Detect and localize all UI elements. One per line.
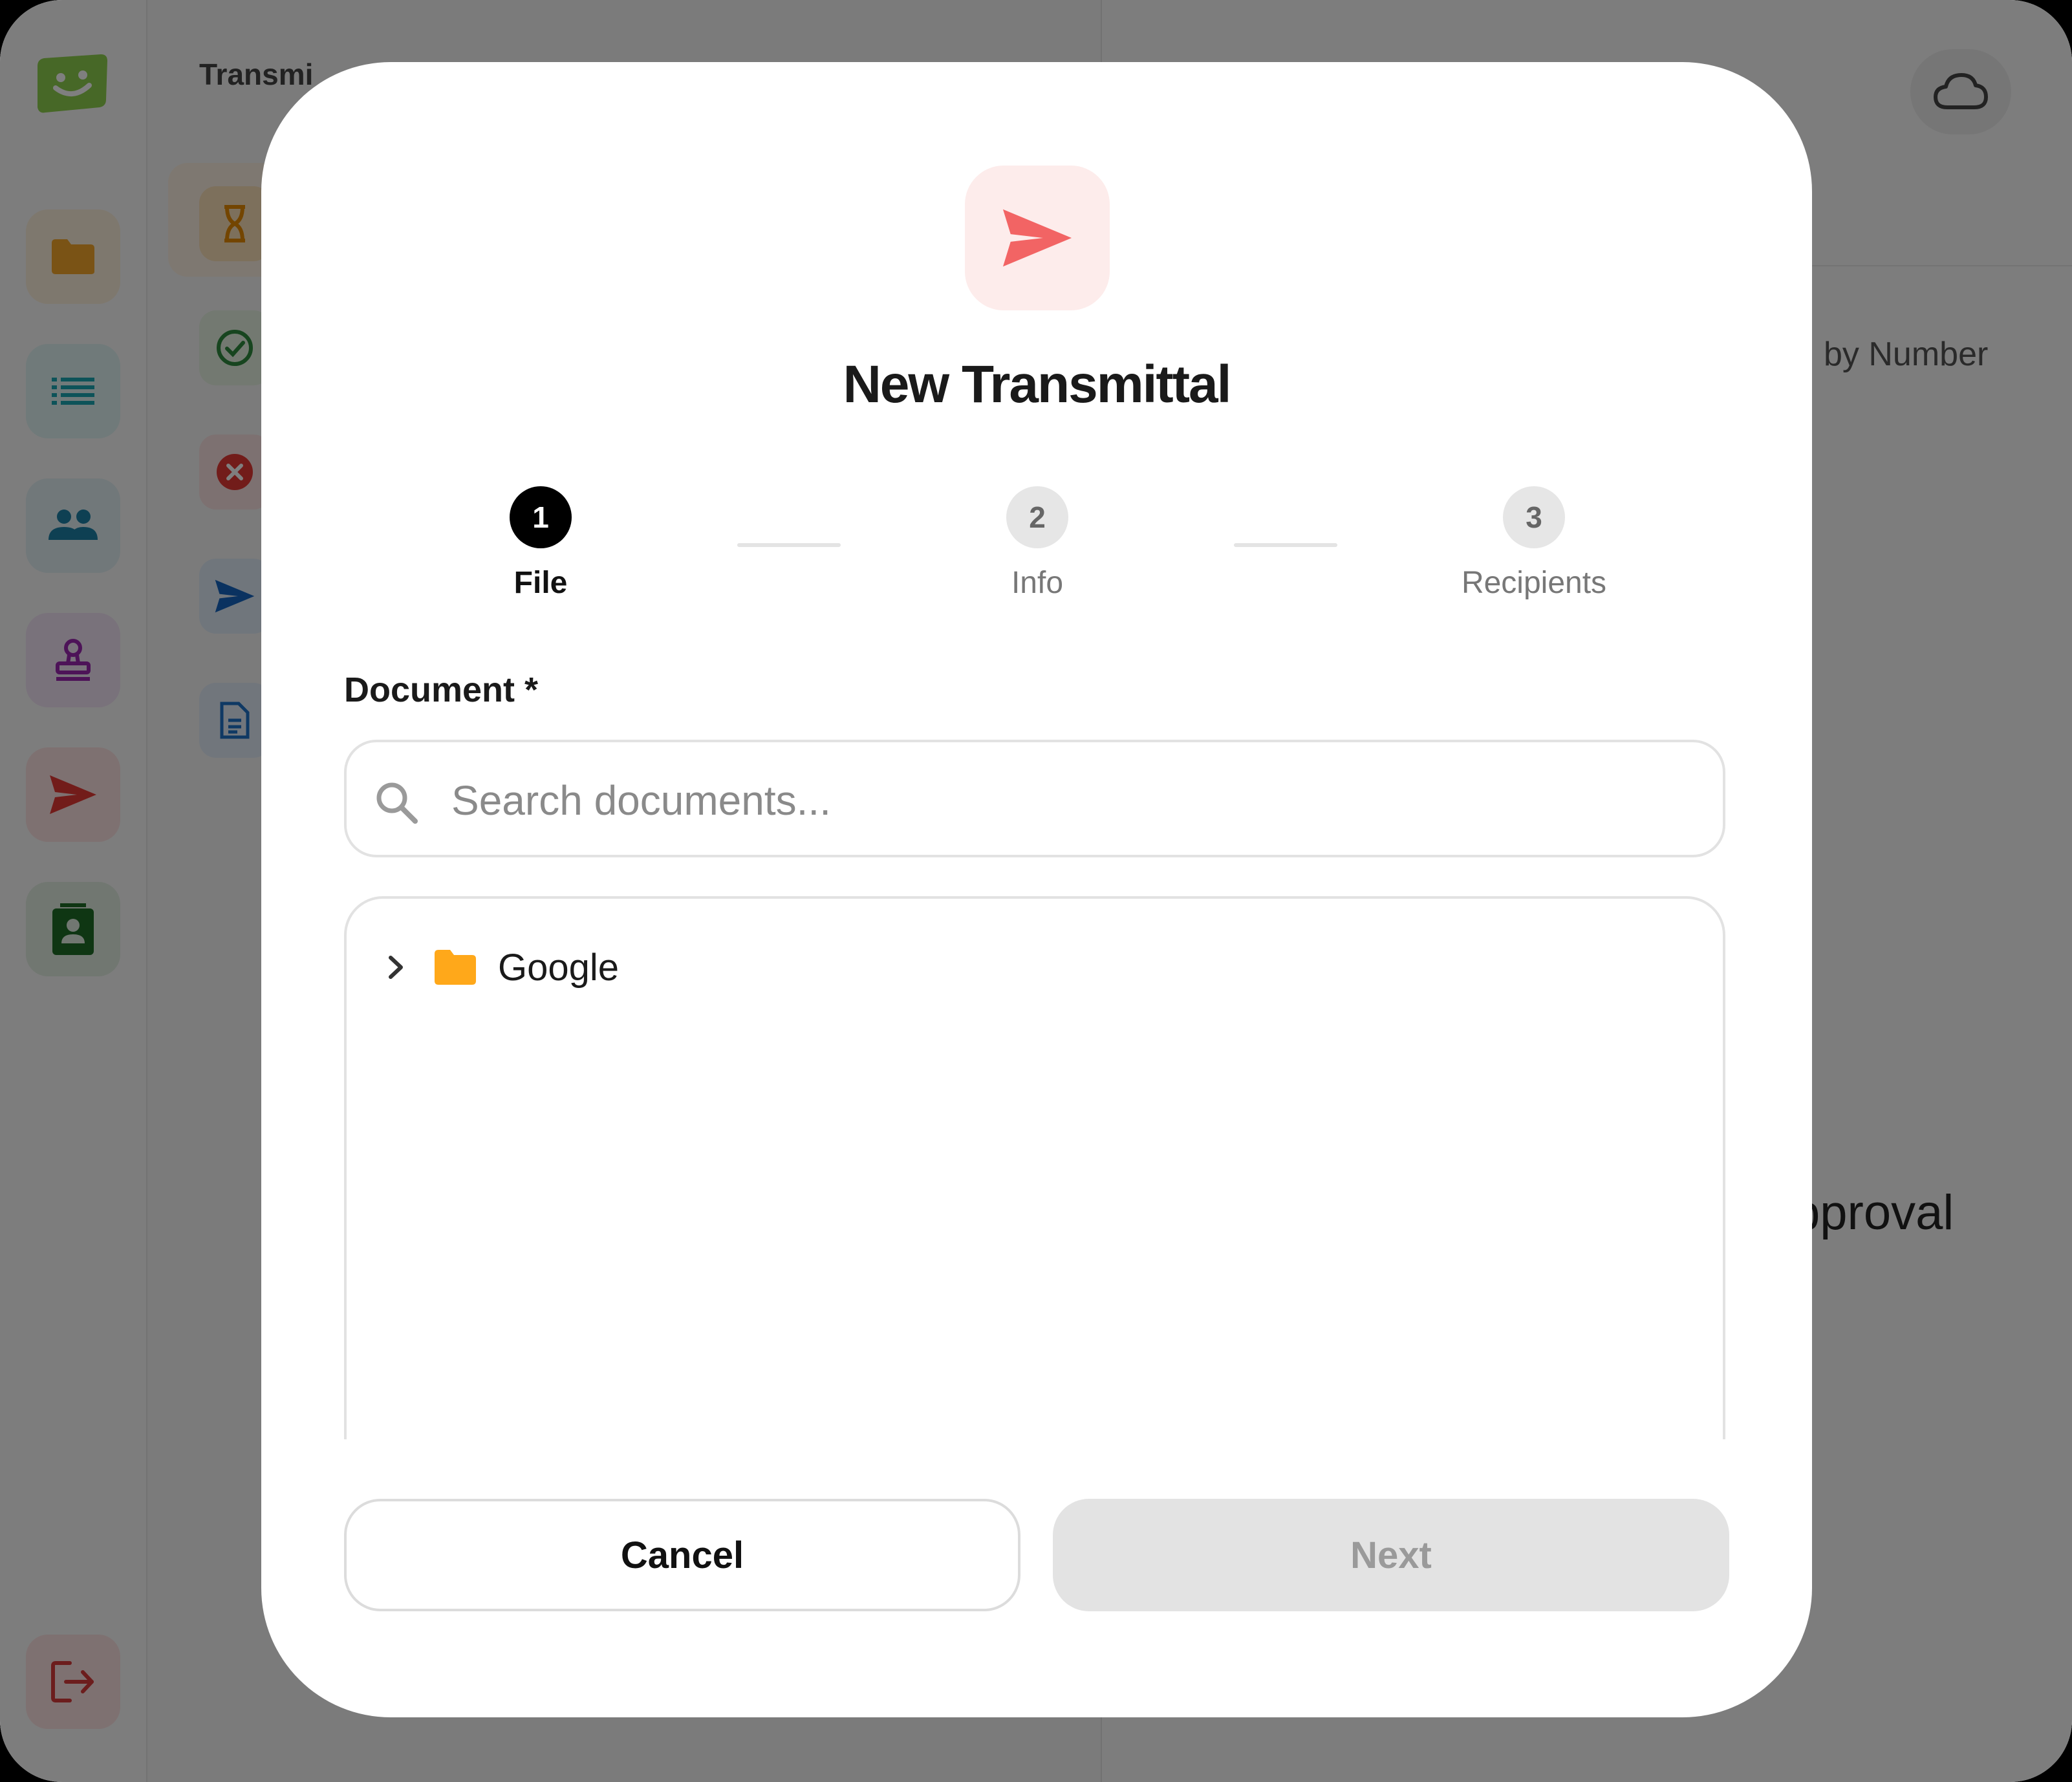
new-transmittal-dialog: New Transmittal 1 File 2 Info 3 Recipien… xyxy=(261,62,1812,1717)
document-search-field[interactable] xyxy=(344,740,1725,857)
step-file: 1 File xyxy=(437,486,644,601)
step-label: Info xyxy=(1011,566,1064,600)
step-label: File xyxy=(513,566,568,600)
step-number: 1 xyxy=(510,486,572,548)
next-button[interactable]: Next xyxy=(1053,1499,1729,1611)
send-icon xyxy=(1002,209,1072,267)
step-recipients: 3 Recipients xyxy=(1430,486,1637,601)
step-connector xyxy=(737,543,841,547)
step-connector xyxy=(1234,543,1337,547)
step-label: Recipients xyxy=(1461,566,1607,600)
step-number: 2 xyxy=(1006,486,1068,548)
folder-icon xyxy=(435,950,476,985)
search-icon xyxy=(376,782,418,824)
tree-folder-google[interactable]: Google xyxy=(379,941,619,993)
chevron-right-icon[interactable] xyxy=(379,951,411,983)
step-number: 3 xyxy=(1503,486,1565,548)
step-info: 2 Info xyxy=(934,486,1141,601)
search-input[interactable] xyxy=(450,755,1681,846)
cancel-button[interactable]: Cancel xyxy=(344,1499,1020,1611)
app-window: Transmi by Number pproval New Trans xyxy=(0,0,2072,1782)
document-tree: Google xyxy=(344,896,1725,1439)
dialog-icon-badge xyxy=(965,166,1110,310)
dialog-title: New Transmittal xyxy=(843,355,1232,414)
tree-item-label: Google xyxy=(498,946,620,989)
document-field-label: Document * xyxy=(344,671,539,709)
